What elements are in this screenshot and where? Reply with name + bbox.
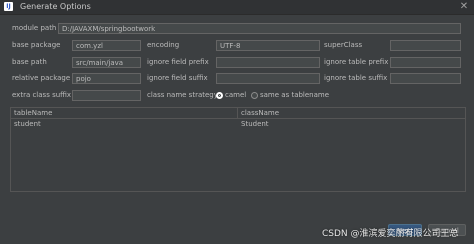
module-path-input[interactable]: D:/JAVAXM/springbootwork	[58, 23, 461, 34]
base-path-input[interactable]: src/main/java	[72, 57, 141, 68]
table-row[interactable]: student Student	[11, 119, 465, 130]
column-header-tablename[interactable]: tableName	[11, 108, 238, 119]
ignore-table-suffix-input[interactable]	[390, 73, 461, 84]
ignore-field-suffix-label: ignore field suffix	[147, 74, 208, 82]
intellij-app-icon	[4, 2, 13, 11]
extra-class-suffix-input[interactable]	[72, 90, 141, 101]
radio-camel[interactable]	[216, 92, 223, 99]
title-bar: Generate Options	[0, 0, 474, 15]
extra-class-suffix-label: extra class suffix	[12, 91, 72, 99]
ignore-field-prefix-input[interactable]	[216, 57, 320, 68]
encoding-label: encoding	[147, 41, 180, 49]
base-package-label: base package	[12, 41, 61, 49]
ignore-table-prefix-input[interactable]	[390, 57, 461, 68]
cell-classname[interactable]: Student	[238, 119, 269, 130]
base-package-input[interactable]: com.yzl	[72, 40, 141, 51]
cell-tablename[interactable]: student	[11, 119, 41, 130]
base-path-label: base path	[12, 58, 47, 66]
radio-same-as-tablename-label[interactable]: same as tablename	[260, 89, 329, 101]
column-header-classname[interactable]: className	[238, 108, 465, 119]
tables-grid[interactable]: tableName className student Student	[10, 107, 466, 192]
ignore-table-suffix-label: ignore table suffix	[324, 74, 388, 82]
class-name-strategy-label: class name strategy	[147, 91, 218, 99]
superclass-label: superClass	[324, 41, 363, 49]
encoding-input[interactable]: UTF-8	[216, 40, 320, 51]
radio-camel-label[interactable]: camel	[225, 89, 246, 101]
superclass-input[interactable]	[390, 40, 461, 51]
relative-package-label: relative package	[12, 74, 71, 82]
window-title: Generate Options	[20, 2, 91, 11]
ignore-field-suffix-input[interactable]	[216, 73, 320, 84]
module-path-label: module path	[12, 24, 57, 32]
csdn-watermark: CSDN @淮滨爱奕丽有限公司王总	[322, 229, 459, 239]
radio-same-as-tablename[interactable]	[251, 92, 258, 99]
relative-package-input[interactable]: pojo	[72, 73, 141, 84]
ignore-field-prefix-label: ignore field prefix	[147, 58, 209, 66]
ignore-table-prefix-label: ignore table prefix	[324, 58, 389, 66]
close-icon[interactable]	[458, 0, 470, 13]
